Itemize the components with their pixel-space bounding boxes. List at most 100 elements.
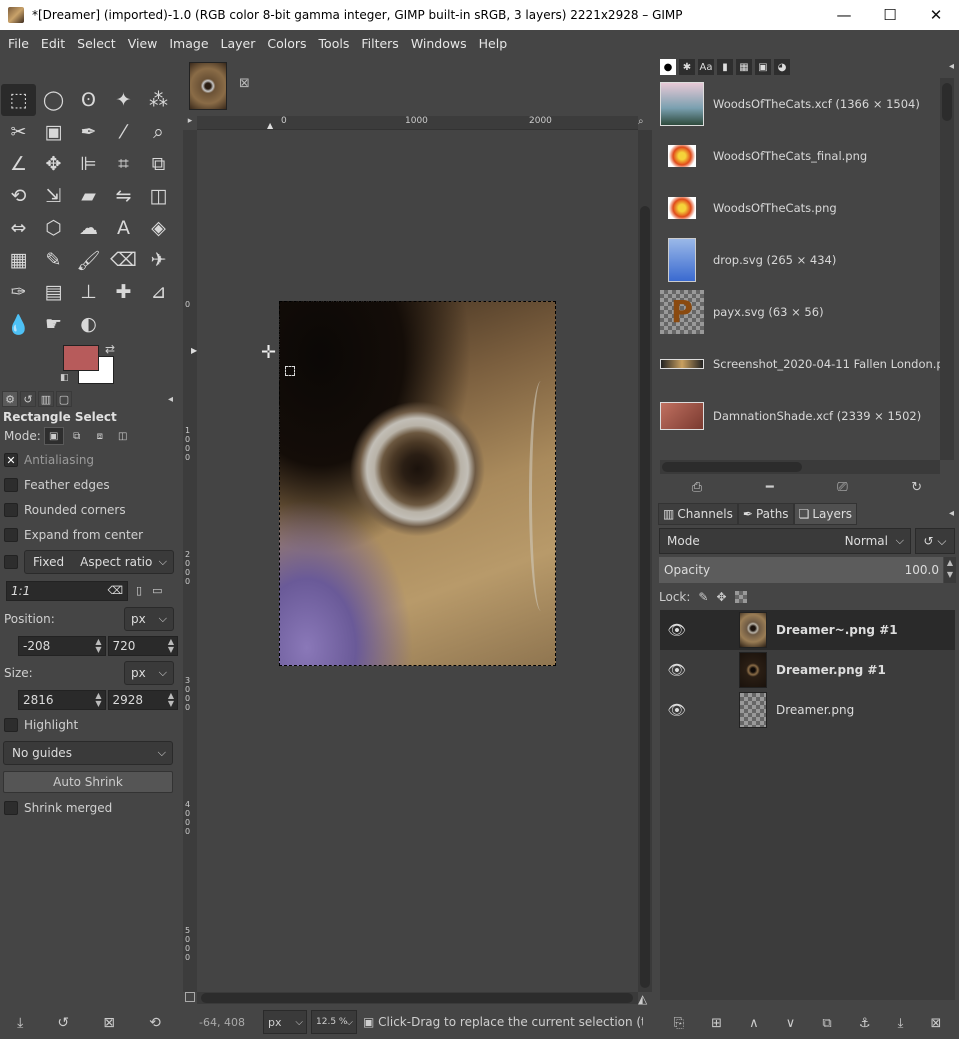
pencil-tool-icon[interactable]: ✎	[36, 244, 71, 276]
unit-combo[interactable]: px ⌵	[263, 1010, 307, 1034]
images-hscroll-thumb[interactable]	[662, 462, 802, 472]
merge-layer-icon[interactable]: ⤓	[898, 1016, 904, 1031]
expand-from-center-checkbox[interactable]	[4, 527, 18, 542]
layer-row[interactable]: 👁 Dreamer~.png #1	[660, 610, 955, 650]
scissors-tool-icon[interactable]: ✂	[1, 116, 36, 148]
color-picker-tool-icon[interactable]: ⁄	[106, 116, 141, 148]
tool-options-tab-icon[interactable]: ⚙	[2, 391, 18, 407]
tab-layers[interactable]: ❏ Layers	[793, 503, 858, 525]
image-canvas[interactable]: ✛	[197, 130, 638, 992]
crop-tool-icon[interactable]: ⌗	[106, 148, 141, 180]
mode-subtract-icon[interactable]: ⧈	[90, 427, 110, 445]
tab-menu-icon[interactable]: ◂	[168, 394, 173, 405]
eye-icon[interactable]: 👁	[662, 701, 692, 719]
images-vscroll-thumb[interactable]	[942, 83, 952, 121]
ruler-corner-icon[interactable]: ▸	[183, 116, 197, 130]
undo-history-tab-icon[interactable]: ▥	[38, 391, 54, 407]
rounded-corners-checkbox[interactable]	[4, 502, 18, 517]
list-item[interactable]: WoodsOfTheCats.png	[660, 182, 940, 234]
list-item[interactable]: DamnationShade.xcf (2339 × 1502)	[660, 390, 940, 442]
spin-arrows-icon[interactable]: ▲ ▼	[95, 638, 101, 654]
measure-tool-icon[interactable]: ∠	[1, 148, 36, 180]
heal-tool-icon[interactable]: ✚	[106, 276, 141, 308]
smudge-warp-tool-icon[interactable]: ☁	[71, 212, 106, 244]
device-status-tab-icon[interactable]: ↺	[20, 391, 36, 407]
smudge-tool-icon[interactable]: ☛	[36, 308, 71, 340]
zoom-image-icon[interactable]: ⌕	[638, 116, 652, 130]
eye-icon[interactable]: 👁	[662, 661, 692, 679]
tab-menu-icon[interactable]: ◂	[949, 61, 954, 72]
layer-row[interactable]: 👁 Dreamer.png #1	[660, 650, 955, 690]
horizontal-scroll-thumb[interactable]	[201, 993, 633, 1003]
menu-edit[interactable]: Edit	[35, 36, 71, 51]
palettes-tab-icon[interactable]: ◕	[774, 59, 790, 75]
highlight-option[interactable]: Highlight	[0, 712, 178, 737]
new-layer-icon[interactable]: ⎘	[674, 1016, 684, 1031]
refresh-icon[interactable]: ↻	[911, 480, 922, 495]
feather-edges-checkbox[interactable]	[4, 477, 18, 492]
anchor-layer-icon[interactable]: ⚓	[859, 1016, 871, 1031]
spin-arrows-icon[interactable]: ▲ ▼	[168, 638, 174, 654]
zoom-combo[interactable]: 12.5 % ⌵	[311, 1010, 357, 1034]
auto-shrink-button[interactable]: Auto Shrink	[3, 771, 173, 793]
lower-layer-icon[interactable]: ∨	[786, 1016, 796, 1031]
paths-tool-icon[interactable]: ✒	[71, 116, 106, 148]
align-tool-icon[interactable]: ⊫	[71, 148, 106, 180]
expand-from-center-option[interactable]: Expand from center	[0, 522, 178, 547]
move-tool-icon[interactable]: ✥	[36, 148, 71, 180]
quick-mask-toggle-icon[interactable]	[185, 992, 195, 1002]
delete-options-icon[interactable]: ⊠	[103, 1015, 115, 1031]
position-x-field[interactable]: -208 ▲ ▼	[18, 636, 106, 656]
list-item[interactable]: WoodsOfTheCats_final.png	[660, 130, 940, 182]
clone-tool-icon[interactable]: ⊥	[71, 276, 106, 308]
position-unit-combo[interactable]: px ⌵	[124, 607, 174, 631]
antialiasing-checkbox[interactable]: ✕	[4, 452, 18, 467]
mode-intersect-icon[interactable]: ◫	[113, 427, 133, 445]
menu-select[interactable]: Select	[71, 36, 122, 51]
lock-pixels-icon[interactable]: ✎	[698, 590, 708, 604]
duplicate-layer-icon[interactable]: ⧉	[822, 1016, 831, 1031]
layer-mode-combo[interactable]: Mode Normal ⌵	[659, 528, 911, 554]
mypaint-brush-tool-icon[interactable]: ▤	[36, 276, 71, 308]
highlight-checkbox[interactable]	[4, 717, 18, 732]
fixed-aspect-combo[interactable]: Fixed Aspect ratio ⌵	[24, 550, 174, 574]
images-tab-icon[interactable]: ▢	[56, 391, 72, 407]
shrink-merged-checkbox[interactable]	[4, 800, 18, 815]
paintbrush-tool-icon[interactable]: 🖌	[71, 244, 106, 276]
list-item[interactable]: WoodsOfTheCats.xcf (1366 × 1504)	[660, 78, 940, 130]
navigate-icon[interactable]: ◭	[638, 992, 647, 1006]
composite-mode-combo[interactable]: ↺ ⌵	[915, 528, 955, 554]
ratio-field[interactable]: 1:1 ⌫	[6, 580, 128, 601]
mode-add-icon[interactable]: ⧉	[67, 427, 87, 445]
ink-tool-icon[interactable]: ✑	[1, 276, 36, 308]
menu-file[interactable]: File	[2, 36, 35, 51]
swap-colors-icon[interactable]: ⇄	[105, 342, 115, 356]
tab-channels[interactable]: ▥ Channels	[658, 503, 738, 525]
documents-tab-icon[interactable]: ▮	[717, 59, 733, 75]
dodge-burn-tool-icon[interactable]: ◐	[71, 308, 106, 340]
brushes-tab-icon[interactable]: ●	[660, 59, 676, 75]
cage-tool-icon[interactable]: ⬡	[36, 212, 71, 244]
close-button[interactable]: ✕	[913, 0, 959, 30]
reset-options-icon[interactable]: ⟲	[149, 1015, 161, 1031]
rotate-tool-icon[interactable]: ⟲	[1, 180, 36, 212]
canvas-vertical-scrollbar[interactable]	[638, 130, 652, 992]
rounded-corners-option[interactable]: Rounded corners	[0, 497, 178, 522]
spin-arrows-icon[interactable]: ▲ ▼	[95, 692, 101, 708]
raise-layer-icon[interactable]: ∧	[749, 1016, 759, 1031]
images-tab-icon[interactable]: ▣	[755, 59, 771, 75]
list-item[interactable]: P payx.svg (63 × 56)	[660, 286, 940, 338]
position-y-field[interactable]: 720 ▲ ▼	[107, 636, 178, 656]
bucket-fill-tool-icon[interactable]: ◈	[141, 212, 176, 244]
close-tab-icon[interactable]: ⊠	[239, 76, 250, 91]
blur-tool-icon[interactable]: 💧	[1, 308, 36, 340]
size-width-field[interactable]: 2816 ▲ ▼	[18, 690, 106, 710]
portrait-icon[interactable]: ▯	[136, 584, 142, 597]
lock-position-icon[interactable]: ✥	[716, 590, 726, 604]
opacity-spin-icon[interactable]: ▲ ▼	[944, 557, 956, 583]
fonts-tab-icon[interactable]: Aa	[698, 59, 714, 75]
menu-filters[interactable]: Filters	[355, 36, 404, 51]
shrink-merged-option[interactable]: Shrink merged	[0, 795, 178, 820]
menu-layer[interactable]: Layer	[215, 36, 262, 51]
flip-tool-icon[interactable]: ⇋	[106, 180, 141, 212]
